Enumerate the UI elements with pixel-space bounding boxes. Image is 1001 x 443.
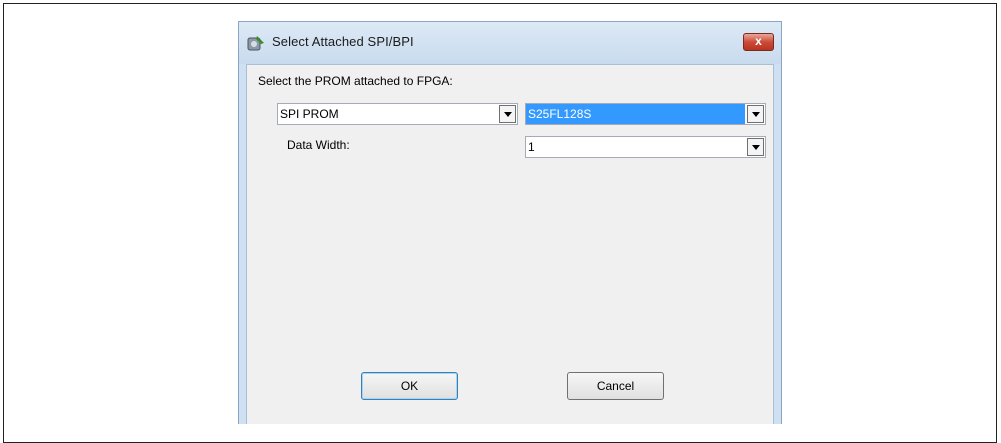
dialog-body: Select the PROM attached to FPGA: SPI PR… — [246, 64, 774, 424]
prom-type-dropdown-button[interactable] — [499, 105, 516, 123]
data-width-dropdown-button[interactable] — [747, 138, 764, 156]
data-width-value: 1 — [528, 140, 535, 154]
ok-button[interactable]: OK — [361, 372, 458, 400]
select-attached-spi-bpi-dialog: Select Attached SPI/BPI x Select the PRO… — [238, 21, 782, 424]
prom-prompt-label: Select the PROM attached to FPGA: — [258, 74, 453, 88]
prom-part-select[interactable]: S25FL128S — [525, 103, 766, 125]
chevron-down-icon — [504, 112, 512, 117]
chevron-down-icon — [752, 145, 760, 150]
dialog-title: Select Attached SPI/BPI — [272, 34, 414, 49]
prom-part-value: S25FL128S — [526, 104, 745, 124]
prom-type-value: SPI PROM — [280, 107, 339, 121]
prom-part-dropdown-button[interactable] — [747, 105, 764, 123]
close-button[interactable]: x — [743, 33, 774, 51]
data-width-label: Data Width: — [287, 138, 350, 152]
impact-app-icon — [247, 36, 264, 51]
prom-type-select[interactable]: SPI PROM — [277, 103, 518, 125]
cancel-button[interactable]: Cancel — [567, 372, 664, 400]
chevron-down-icon — [752, 112, 760, 117]
title-bar[interactable]: Select Attached SPI/BPI x — [239, 22, 781, 64]
data-width-select[interactable]: 1 — [525, 136, 766, 158]
